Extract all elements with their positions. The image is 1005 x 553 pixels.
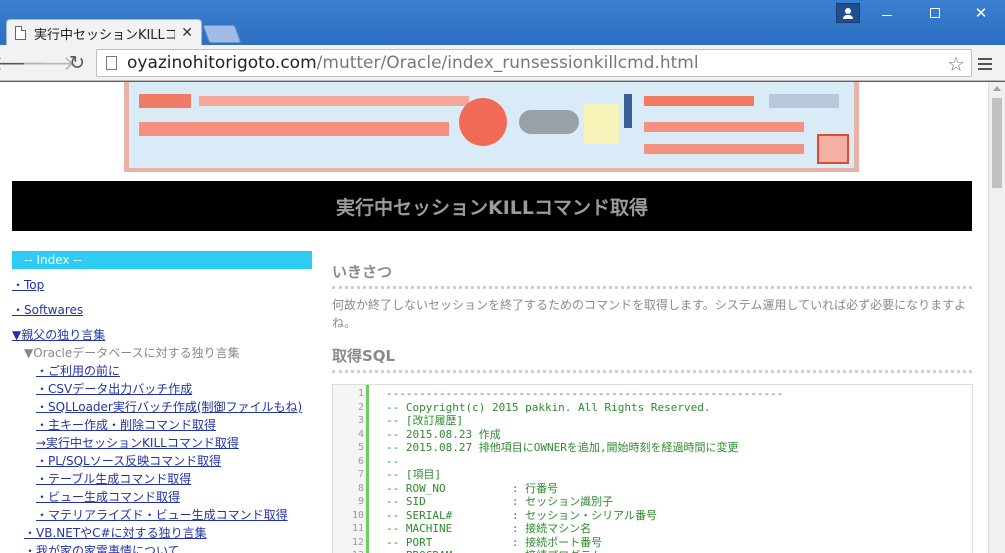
new-tab-button[interactable]: [202, 25, 242, 43]
sidebar-item: ▼Oracleデータベースに対する独り言集: [24, 346, 240, 360]
forward-arrow-icon[interactable]: 🡒: [21, 51, 75, 75]
line-number: 12: [351, 536, 364, 548]
maximize-button[interactable]: [916, 2, 954, 24]
sidebar-item[interactable]: ・ビュー生成コマンド取得: [36, 488, 180, 506]
code-text: -- ROW_NO : 行番号: [386, 481, 559, 495]
scrollbar-thumb[interactable]: [992, 98, 1002, 188]
page-viewport: 実行中セッションKILLコマンド取得 -- Index -- ・Top ・Soft…: [0, 82, 1005, 553]
line-number: 9: [357, 496, 364, 507]
code-text: -- [改訂履歴]: [386, 414, 464, 427]
sidebar-item[interactable]: ▼親父の独り言集: [12, 326, 105, 344]
sidebar-item[interactable]: ・CSVデータ出力バッチ作成: [36, 380, 192, 398]
code-block[interactable]: 1 ---------------------------------------…: [332, 384, 973, 553]
section-heading-background: いきさつ: [332, 261, 972, 289]
code-line: 4 -- 2015.08.23 作成: [333, 428, 972, 442]
sidebar-item[interactable]: ・VB.NETやC#に対する独り言集: [24, 524, 207, 542]
user-profile-icon[interactable]: [836, 3, 860, 23]
line-number: 8: [357, 482, 364, 494]
code-text: -- MACHINE : 接続マシン名: [386, 522, 592, 535]
code-text: --: [386, 454, 400, 468]
section-text-background: 何故か終了しないセッションを終了するためのコマンドを取得します。システム運用して…: [332, 298, 967, 330]
window-titlebar: 実行中セッションKILLコ ✕ ✕: [0, 0, 1005, 46]
minimize-button[interactable]: [868, 2, 906, 24]
sidebar-item[interactable]: ・SQLLoader実行バッチ作成(制御ファイルもね): [36, 398, 302, 416]
code-line: 8 -- ROW_NO : 行番号: [333, 482, 972, 496]
line-number: 10: [351, 509, 364, 521]
line-number: 13: [333, 549, 364, 553]
page-title-bar: 実行中セッションKILLコマンド取得: [12, 181, 972, 231]
sidebar-item[interactable]: ・PL/SQLソース反映コマンド取得: [36, 452, 221, 470]
code-line: 5 -- 2015.08.27 排他項目にOWNERを追加,開始時刻を経過時間に変…: [333, 441, 972, 455]
code-line: 1 ---------------------------------------…: [333, 387, 972, 401]
sidebar-item[interactable]: ・ご利用の前に: [36, 362, 120, 380]
sidebar-item[interactable]: ・マテリアライズド・ビュー生成コマンド取得: [36, 506, 288, 524]
code-text: -- SID : セッション識別子: [386, 495, 614, 508]
code-text: -- PORT : 接続ポート番号: [386, 535, 603, 549]
browser-tab[interactable]: 実行中セッションKILLコ ✕: [6, 19, 202, 46]
scroll-up-arrow-icon[interactable]: [993, 86, 1001, 91]
reload-icon[interactable]: ↻: [66, 52, 88, 74]
code-line: 9 -- SID : セッション識別子: [333, 495, 972, 509]
page-title: 実行中セッションKILLコマンド取得: [335, 196, 648, 219]
code-line: 11 -- MACHINE : 接続マシン名: [333, 522, 972, 536]
section-heading-sql: 取得SQL: [332, 345, 972, 373]
line-number: 4: [357, 428, 364, 440]
code-line: 10 -- SERIAL# : セッション・シリアル番号: [333, 509, 972, 523]
browser-toolbar: 🡐 🡒 ↻ oyazinohitorigoto.com/mutter/Oracl…: [0, 45, 1005, 81]
sidebar-item[interactable]: ・テーブル生成コマンド取得: [36, 470, 191, 488]
sidebar-item[interactable]: ・我が家の家電事情について: [24, 542, 180, 553]
code-text: -- [項目]: [386, 468, 442, 481]
sidebar-item[interactable]: ・主キー作成・削除コマンド取得: [36, 416, 216, 434]
page-info-icon[interactable]: [106, 56, 117, 70]
url-text[interactable]: oyazinohitorigoto.com/mutter/Oracle/inde…: [127, 53, 699, 73]
bookmark-star-icon[interactable]: ☆: [947, 52, 965, 76]
tab-title: 実行中セッションKILLコ: [33, 27, 176, 43]
line-number: 3: [357, 415, 364, 426]
code-line: 12 -- PORT : 接続ポート番号: [333, 536, 972, 550]
code-line: 7 -- [項目]: [333, 468, 972, 482]
sidebar-item[interactable]: ・Top: [12, 276, 44, 294]
tab-close-icon[interactable]: ✕: [181, 25, 193, 41]
sidebar: -- Index -- ・Top ・Softwares ▼親父の独り言集 ▼Oracl…: [12, 251, 312, 553]
line-number: 11: [351, 523, 364, 534]
line-number: 2: [357, 401, 364, 413]
code-line: 6 --: [333, 455, 972, 469]
line-number: 1: [357, 388, 364, 399]
sidebar-item[interactable]: ・Softwares: [12, 301, 83, 319]
code-text: -- PROGRAM : 接続プログラム: [386, 549, 602, 553]
menu-icon[interactable]: [978, 58, 992, 73]
code-line: 13 -- PROGRAM : 接続プログラム: [333, 549, 972, 553]
sidebar-index-heading: -- Index --: [12, 251, 312, 269]
code-line: 3 -- [改訂履歴]: [333, 414, 972, 428]
page-icon: [15, 26, 26, 40]
line-number: 7: [357, 469, 364, 480]
code-line: 2 -- Copyright(c) 2015 pakkin. All Rights…: [333, 401, 972, 415]
code-text: -- 2015.08.27 排他項目にOWNERを追加,開始時刻を経過時間に変更: [386, 441, 739, 454]
window-close-button[interactable]: ✕: [962, 2, 1000, 24]
sidebar-item[interactable]: →実行中セッションKILLコマンド取得: [36, 434, 239, 452]
code-text: ----------------------------------------…: [386, 387, 784, 400]
main-content: いきさつ 何故か終了しないセッションを終了するためのコマンドを取得します。システ…: [332, 261, 972, 373]
line-number: 6: [357, 455, 364, 467]
line-number: 5: [357, 442, 364, 453]
code-text: -- SERIAL# : セッション・シリアル番号: [386, 508, 657, 522]
code-text: -- 2015.08.23 作成: [386, 427, 501, 441]
page-scrollbar[interactable]: [988, 82, 1005, 553]
code-text: -- Copyright(c) 2015 pakkin. All Rights …: [386, 400, 711, 414]
address-bar[interactable]: oyazinohitorigoto.com/mutter/Oracle/inde…: [96, 49, 972, 77]
advertisement-banner[interactable]: [124, 82, 859, 172]
